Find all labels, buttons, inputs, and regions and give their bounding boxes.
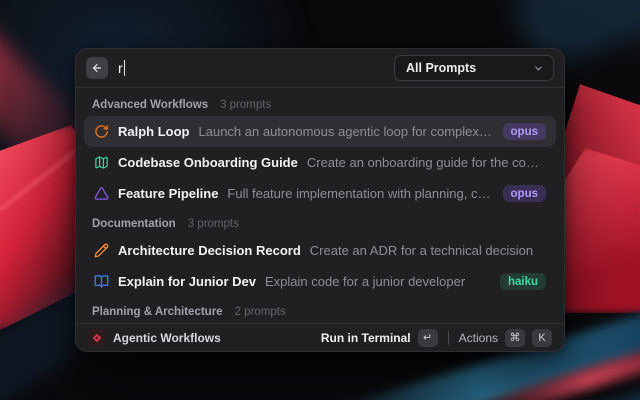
run-in-terminal-button[interactable]: Run in Terminal <box>321 331 411 345</box>
section-title: Advanced Workflows <box>92 99 208 111</box>
chevron-down-icon <box>533 63 544 74</box>
list-item-ralph-loop[interactable]: Ralph Loop Launch an autonomous agentic … <box>84 116 556 147</box>
item-title: Feature Pipeline <box>118 186 218 201</box>
item-title: Codebase Onboarding Guide <box>118 155 298 170</box>
book-open-icon <box>94 274 109 289</box>
map-icon <box>94 155 109 170</box>
section-header-advanced-workflows: Advanced Workflows 3 prompts <box>76 90 564 116</box>
section-title: Documentation <box>92 218 176 230</box>
section-title: Planning & Architecture <box>92 306 223 318</box>
list-item-feature-pipeline[interactable]: Feature Pipeline Full feature implementa… <box>84 178 556 209</box>
list-item-architecture-decision-record[interactable]: Architecture Decision Record Create an A… <box>84 235 556 266</box>
list-item-explain-for-junior-dev[interactable]: Explain for Junior Dev Explain code for … <box>84 266 556 297</box>
model-badge: opus <box>503 123 546 140</box>
search-value: r <box>118 60 123 76</box>
model-badge: haiku <box>500 273 546 290</box>
section-header-planning-architecture: Planning & Architecture 2 prompts <box>76 297 564 323</box>
item-description: Explain code for a junior developer <box>265 274 491 289</box>
command-keycap[interactable]: ⌘ <box>505 329 525 347</box>
command-palette: r All Prompts Advanced Workflows 3 promp… <box>75 48 565 352</box>
back-arrow-icon <box>91 62 103 74</box>
app-logo-icon <box>88 329 105 346</box>
item-description: Create an onboarding guide for the codeb… <box>307 155 546 170</box>
section-count: 2 prompts <box>235 306 286 318</box>
search-input[interactable]: r <box>118 60 384 76</box>
item-description: Launch an autonomous agentic loop for co… <box>199 124 494 139</box>
rotate-cw-icon <box>94 124 109 139</box>
item-title: Architecture Decision Record <box>118 243 301 258</box>
item-title: Ralph Loop <box>118 124 190 139</box>
section-count: 3 prompts <box>220 99 271 111</box>
item-description: Full feature implementation with plannin… <box>227 186 493 201</box>
prompt-filter-dropdown[interactable]: All Prompts <box>394 55 554 81</box>
footer-actions: Run in Terminal ↵ Actions ⌘ K <box>321 329 552 347</box>
actions-button[interactable]: Actions <box>459 331 498 345</box>
dropdown-selected-value: All Prompts <box>406 61 476 75</box>
k-keycap[interactable]: K <box>532 329 552 347</box>
text-caret <box>124 60 126 76</box>
app-name: Agentic Workflows <box>113 331 221 345</box>
pencil-icon <box>94 243 109 258</box>
return-keycap[interactable]: ↵ <box>418 329 438 347</box>
back-button[interactable] <box>86 57 108 79</box>
model-badge: opus <box>503 185 546 202</box>
section-header-documentation: Documentation 3 prompts <box>76 209 564 235</box>
item-description: Create an ADR for a technical decision <box>310 243 546 258</box>
triangle-icon <box>94 186 109 201</box>
results-list: Advanced Workflows 3 prompts Ralph Loop … <box>76 88 564 323</box>
list-item-codebase-onboarding-guide[interactable]: Codebase Onboarding Guide Create an onbo… <box>84 147 556 178</box>
palette-footer: Agentic Workflows Run in Terminal ↵ Acti… <box>76 323 564 351</box>
footer-separator <box>448 331 449 345</box>
item-title: Explain for Junior Dev <box>118 274 256 289</box>
search-header: r All Prompts <box>76 49 564 87</box>
section-count: 3 prompts <box>188 218 239 230</box>
